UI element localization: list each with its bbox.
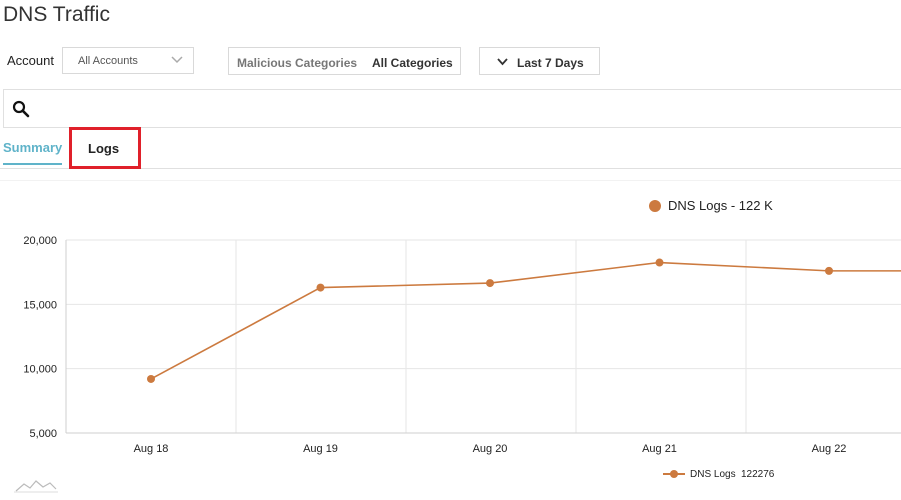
account-select[interactable]: All Accounts bbox=[62, 47, 194, 74]
search-bar[interactable] bbox=[3, 89, 901, 128]
chart-logo-icon bbox=[14, 480, 58, 493]
chart-legend-top[interactable]: DNS Logs - 122 K bbox=[649, 198, 773, 213]
line-chart: 20,000 15,000 10,000 5,000 Aug 18 Aug 19 Aug … bbox=[14, 198, 901, 493]
malicious-categories-label: Malicious Categories bbox=[237, 56, 358, 70]
legend-series-name: DNS Logs bbox=[690, 469, 736, 480]
y-tick-label: 10,000 bbox=[23, 364, 57, 376]
y-tick-label: 20,000 bbox=[23, 235, 57, 247]
chart-legend-bottom[interactable]: DNS Logs 122276 bbox=[663, 469, 775, 480]
date-range-value: Last 7 Days bbox=[517, 56, 584, 70]
search-icon bbox=[12, 100, 30, 118]
tab-logs[interactable]: Logs bbox=[88, 141, 119, 156]
malicious-categories-select[interactable]: Malicious Categories All Categories bbox=[228, 47, 461, 75]
data-point[interactable] bbox=[655, 258, 664, 267]
account-select-value: All Accounts bbox=[78, 55, 138, 67]
legend-label: DNS Logs - 122 K bbox=[668, 198, 773, 213]
malicious-categories-value: All Categories bbox=[372, 56, 453, 70]
data-point[interactable] bbox=[316, 283, 325, 292]
data-point[interactable] bbox=[825, 266, 833, 275]
series-line bbox=[150, 261, 901, 380]
chevron-down-icon bbox=[497, 58, 508, 66]
y-tick-label: 15,000 bbox=[23, 299, 57, 311]
y-tick-label: 5,000 bbox=[29, 428, 57, 440]
search-input[interactable] bbox=[38, 96, 882, 124]
data-point[interactable] bbox=[486, 279, 494, 288]
data-point[interactable] bbox=[147, 374, 155, 383]
legend-marker bbox=[649, 200, 661, 212]
dns-traffic-chart: 20,000 15,000 10,000 5,000 Aug 18 Aug 19 Aug … bbox=[0, 180, 901, 500]
x-tick-label: Aug 22 bbox=[812, 443, 847, 455]
x-tick-label: Aug 19 bbox=[303, 443, 338, 455]
legend-marker bbox=[670, 470, 678, 478]
legend-series-value: 122276 bbox=[741, 469, 775, 480]
x-tick-label: Aug 18 bbox=[134, 443, 169, 455]
tab-summary[interactable]: Summary bbox=[3, 140, 63, 165]
account-label: Account bbox=[7, 53, 54, 68]
x-tick-label: Aug 21 bbox=[642, 443, 677, 455]
x-tick-label: Aug 20 bbox=[473, 443, 508, 455]
chevron-down-icon bbox=[171, 56, 183, 64]
date-range-button[interactable]: Last 7 Days bbox=[479, 47, 600, 75]
page-title: DNS Traffic bbox=[3, 3, 110, 26]
